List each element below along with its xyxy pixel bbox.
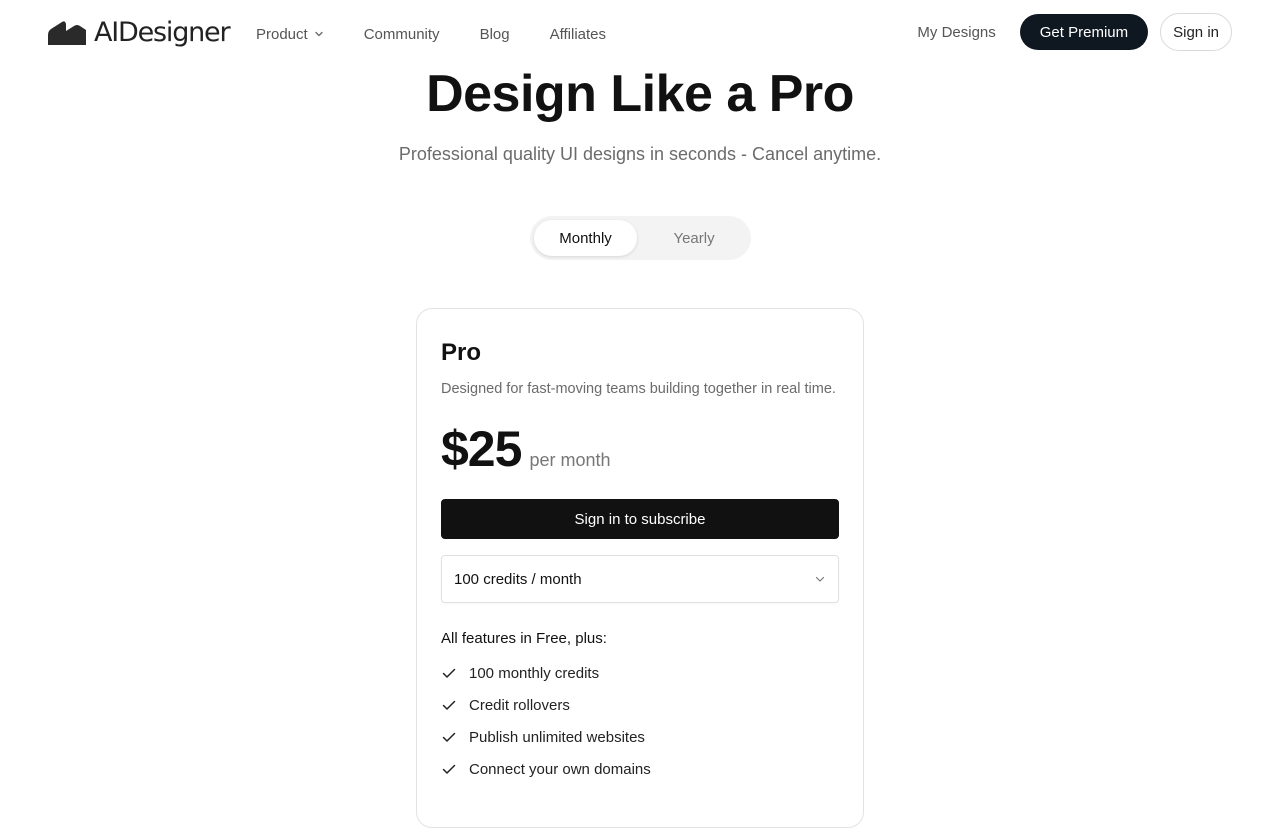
- price-row: $25 per month: [441, 421, 839, 477]
- nav-product-label: Product: [256, 25, 308, 43]
- nav-product[interactable]: Product: [256, 26, 324, 43]
- credits-select-value: 100 credits / month: [454, 570, 582, 588]
- check-icon: [442, 732, 456, 742]
- subscribe-button[interactable]: Sign in to subscribe: [441, 499, 839, 539]
- brand-logo[interactable]: AIDesigner: [48, 16, 231, 50]
- feature-label: Connect your own domains: [469, 760, 651, 778]
- check-icon: [442, 764, 456, 774]
- nav-actions: My Designs Get Premium Sign in: [917, 13, 1232, 51]
- plan-name: Pro: [441, 339, 482, 366]
- billing-period-toggle: Monthly Yearly: [530, 216, 751, 260]
- plan-price: $25: [441, 421, 522, 477]
- feature-label: 100 monthly credits: [469, 664, 600, 682]
- price-period: per month: [529, 450, 611, 470]
- toggle-monthly[interactable]: Monthly: [534, 220, 638, 256]
- features-list: 100 monthly credits Credit rollovers Pub…: [441, 657, 839, 785]
- nav-community[interactable]: Community: [364, 26, 440, 43]
- my-designs-link[interactable]: My Designs: [917, 24, 995, 41]
- feature-label: Credit rollovers: [469, 696, 570, 714]
- pricing-card-pro: Pro Designed for fast-moving teams build…: [416, 308, 864, 828]
- brand-logo-icon: [48, 21, 86, 45]
- toggle-yearly[interactable]: Yearly: [641, 220, 747, 256]
- feature-item: Credit rollovers: [441, 689, 839, 721]
- sign-in-button[interactable]: Sign in: [1160, 13, 1232, 51]
- check-icon: [442, 700, 456, 710]
- check-icon: [442, 668, 456, 678]
- page-title: Design Like a Pro: [426, 65, 854, 123]
- features-heading: All features in Free, plus:: [441, 630, 607, 647]
- plan-description: Designed for fast-moving teams building …: [441, 381, 836, 397]
- feature-item: 100 monthly credits: [441, 657, 839, 689]
- chevron-down-icon: [815, 576, 825, 582]
- get-premium-button[interactable]: Get Premium: [1019, 14, 1149, 50]
- primary-nav: Product Community Blog Affiliates: [256, 22, 646, 46]
- chevron-down-icon: [315, 31, 323, 37]
- feature-item: Connect your own domains: [441, 753, 839, 785]
- top-navbar: AIDesigner Product Community Blog Affili…: [0, 0, 1280, 66]
- feature-label: Publish unlimited websites: [469, 728, 645, 746]
- page-subtitle: Professional quality UI designs in secon…: [398, 144, 882, 164]
- brand-name: AIDesigner: [94, 17, 231, 48]
- nav-blog[interactable]: Blog: [480, 26, 510, 43]
- nav-affiliates[interactable]: Affiliates: [550, 26, 606, 43]
- feature-item: Publish unlimited websites: [441, 721, 839, 753]
- credits-select[interactable]: 100 credits / month: [441, 555, 839, 603]
